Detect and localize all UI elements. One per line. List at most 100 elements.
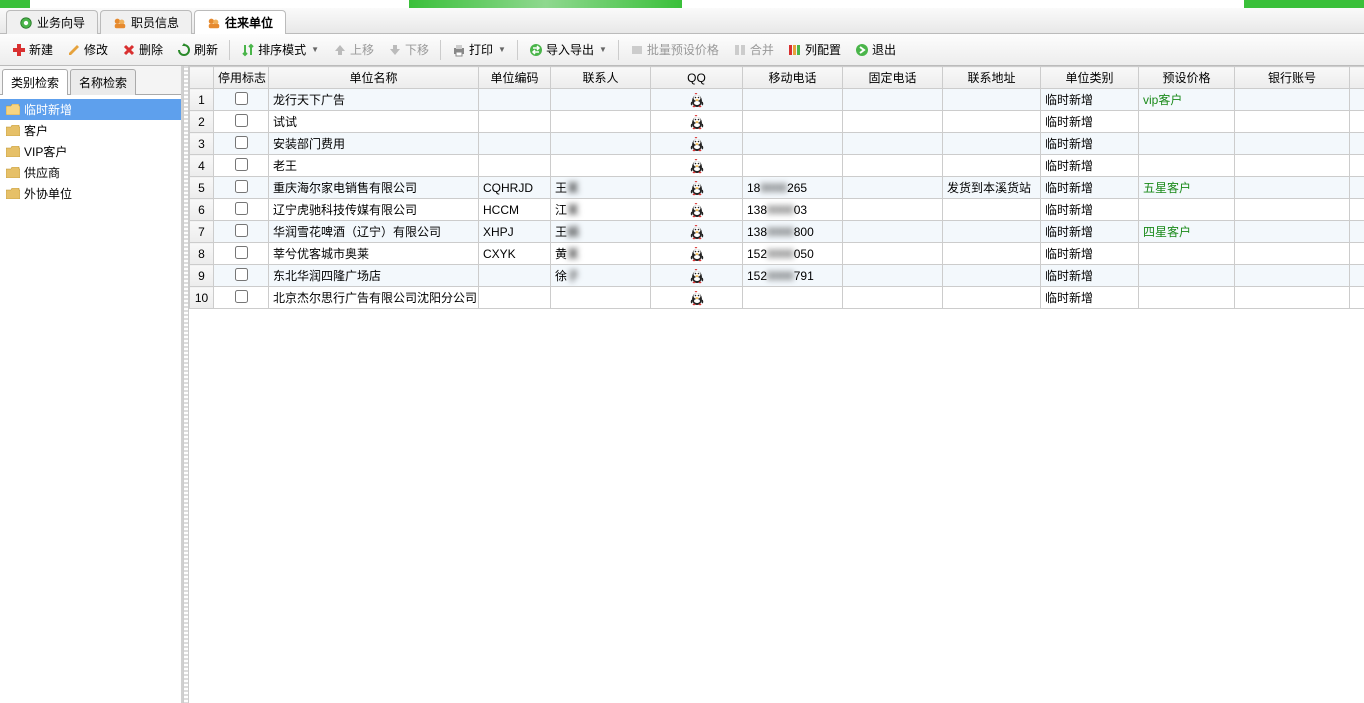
disable-checkbox[interactable] xyxy=(235,268,248,281)
col-header-preset_price[interactable]: 预设价格 xyxy=(1139,67,1235,89)
table-row[interactable]: 4老王临时新增 xyxy=(190,155,1364,177)
tree-item[interactable]: 客户 xyxy=(0,120,181,141)
separator xyxy=(229,40,230,60)
cell-unit_type: 临时新增 xyxy=(1041,111,1139,133)
edit-button[interactable]: 修改 xyxy=(61,38,114,61)
cell-bank_acct xyxy=(1235,177,1350,199)
qq-icon[interactable] xyxy=(689,290,705,304)
qq-icon[interactable] xyxy=(689,202,705,216)
cell-tel xyxy=(843,287,943,309)
col-header-unit_code[interactable]: 单位编码 xyxy=(479,67,551,89)
people-icon xyxy=(207,16,221,30)
tab-companies[interactable]: 往来单位 xyxy=(194,10,286,34)
toolbar: 新建 修改 删除 刷新 排序模式▼ 上移 下移 打印▼ 导入导出▼ 批量预设价格… xyxy=(0,34,1364,66)
tab-business-guide[interactable]: 业务向导 xyxy=(6,10,98,34)
exit-button[interactable]: 退出 xyxy=(849,38,902,61)
qq-icon[interactable] xyxy=(689,246,705,260)
disable-checkbox[interactable] xyxy=(235,290,248,303)
table-row[interactable]: 2试试临时新增 xyxy=(190,111,1364,133)
folder-icon xyxy=(6,188,20,199)
disable-checkbox[interactable] xyxy=(235,158,248,171)
table-row[interactable]: 6辽宁虎驰科技传媒有限公司HCCM江某138000003临时新增 xyxy=(190,199,1364,221)
cell-unit_name: 北京杰尔思行广告有限公司沈阳分公司 xyxy=(269,287,479,309)
disable-checkbox[interactable] xyxy=(235,114,248,127)
col-header-address[interactable]: 联系地址 xyxy=(943,67,1041,89)
disable-checkbox[interactable] xyxy=(235,202,248,215)
disable-checkbox[interactable] xyxy=(235,246,248,259)
disable-checkbox[interactable] xyxy=(235,136,248,149)
qq-icon[interactable] xyxy=(689,180,705,194)
cell-disable_flag xyxy=(214,177,269,199)
col-header-extra[interactable] xyxy=(1350,67,1364,89)
plus-icon xyxy=(12,43,26,57)
qq-icon[interactable] xyxy=(689,268,705,282)
delete-button[interactable]: 删除 xyxy=(116,38,169,61)
col-header-disable_flag[interactable]: 停用标志 xyxy=(214,67,269,89)
cell-unit_name: 老王 xyxy=(269,155,479,177)
col-header-rownum[interactable] xyxy=(190,67,214,89)
cell-mobile: 1380000800 xyxy=(743,221,843,243)
col-header-mobile[interactable]: 移动电话 xyxy=(743,67,843,89)
disable-checkbox[interactable] xyxy=(235,180,248,193)
sidebar-tab-category[interactable]: 类别检索 xyxy=(2,69,68,95)
cell-bank_acct xyxy=(1235,221,1350,243)
cell-extra xyxy=(1350,111,1364,133)
cell-unit_name: 华润雪花啤酒（辽宁）有限公司 xyxy=(269,221,479,243)
sidebar-tab-name[interactable]: 名称检索 xyxy=(70,69,136,95)
col-header-qq[interactable]: QQ xyxy=(651,67,743,89)
cell-tel xyxy=(843,177,943,199)
table-row[interactable]: 10北京杰尔思行广告有限公司沈阳分公司临时新增 xyxy=(190,287,1364,309)
cell-unit_code xyxy=(479,287,551,309)
dropdown-arrow-icon: ▼ xyxy=(311,45,319,54)
cell-bank_acct xyxy=(1235,243,1350,265)
print-button[interactable]: 打印▼ xyxy=(446,38,512,61)
table-row[interactable]: 7华润雪花啤酒（辽宁）有限公司XHPJ王娟1380000800临时新增四星客户 xyxy=(190,221,1364,243)
cell-disable_flag xyxy=(214,155,269,177)
disable-checkbox[interactable] xyxy=(235,224,248,237)
cell-extra xyxy=(1350,265,1364,287)
move-up-button[interactable]: 上移 xyxy=(327,38,380,61)
col-header-contact[interactable]: 联系人 xyxy=(551,67,651,89)
move-down-button[interactable]: 下移 xyxy=(382,38,435,61)
tree-item[interactable]: VIP客户 xyxy=(0,141,181,162)
btn-label: 修改 xyxy=(84,41,108,58)
cell-unit_name: 重庆海尔家电销售有限公司 xyxy=(269,177,479,199)
table-row[interactable]: 5重庆海尔家电销售有限公司CQHRJD王某180000265发货到本溪货站临时新… xyxy=(190,177,1364,199)
tab-staff-info[interactable]: 职员信息 xyxy=(100,10,192,34)
tab-label: 名称检索 xyxy=(79,76,127,90)
disable-checkbox[interactable] xyxy=(235,92,248,105)
table-row[interactable]: 3安装部门费用临时新增 xyxy=(190,133,1364,155)
cell-disable_flag xyxy=(214,111,269,133)
tree-item[interactable]: 外协单位 xyxy=(0,183,181,204)
qq-icon[interactable] xyxy=(689,136,705,150)
table-row[interactable]: 1龙行天下广告临时新增vip客户 xyxy=(190,89,1364,111)
merge-button[interactable]: 合并 xyxy=(727,38,780,61)
btn-label: 刷新 xyxy=(194,41,218,58)
new-button[interactable]: 新建 xyxy=(6,38,59,61)
people-icon xyxy=(113,16,127,30)
table-row[interactable]: 9东北华润四隆广场店徐子1520000791临时新增 xyxy=(190,265,1364,287)
cell-rownum: 10 xyxy=(190,287,214,309)
btn-label: 下移 xyxy=(405,41,429,58)
tree-item[interactable]: 临时新增 xyxy=(0,99,181,120)
table-row[interactable]: 8莘兮优客城市奥莱CXYK黄某1520000050临时新增 xyxy=(190,243,1364,265)
cell-preset_price: vip客户 xyxy=(1139,89,1235,111)
refresh-button[interactable]: 刷新 xyxy=(171,38,224,61)
tree-item[interactable]: 供应商 xyxy=(0,162,181,183)
col-header-tel[interactable]: 固定电话 xyxy=(843,67,943,89)
qq-icon[interactable] xyxy=(689,158,705,172)
cell-disable_flag xyxy=(214,221,269,243)
cell-qq xyxy=(651,287,743,309)
col-header-unit_name[interactable]: 单位名称 xyxy=(269,67,479,89)
batch-preset-button[interactable]: 批量预设价格 xyxy=(624,38,725,61)
sort-mode-button[interactable]: 排序模式▼ xyxy=(235,38,325,61)
qq-icon[interactable] xyxy=(689,224,705,238)
col-header-bank_acct[interactable]: 银行账号 xyxy=(1235,67,1350,89)
col-config-button[interactable]: 列配置 xyxy=(782,38,847,61)
col-header-unit_type[interactable]: 单位类别 xyxy=(1041,67,1139,89)
import-export-button[interactable]: 导入导出▼ xyxy=(523,38,613,61)
qq-icon[interactable] xyxy=(689,114,705,128)
cell-bank_acct xyxy=(1235,199,1350,221)
qq-icon[interactable] xyxy=(689,92,705,106)
tab-label: 业务向导 xyxy=(37,14,85,31)
